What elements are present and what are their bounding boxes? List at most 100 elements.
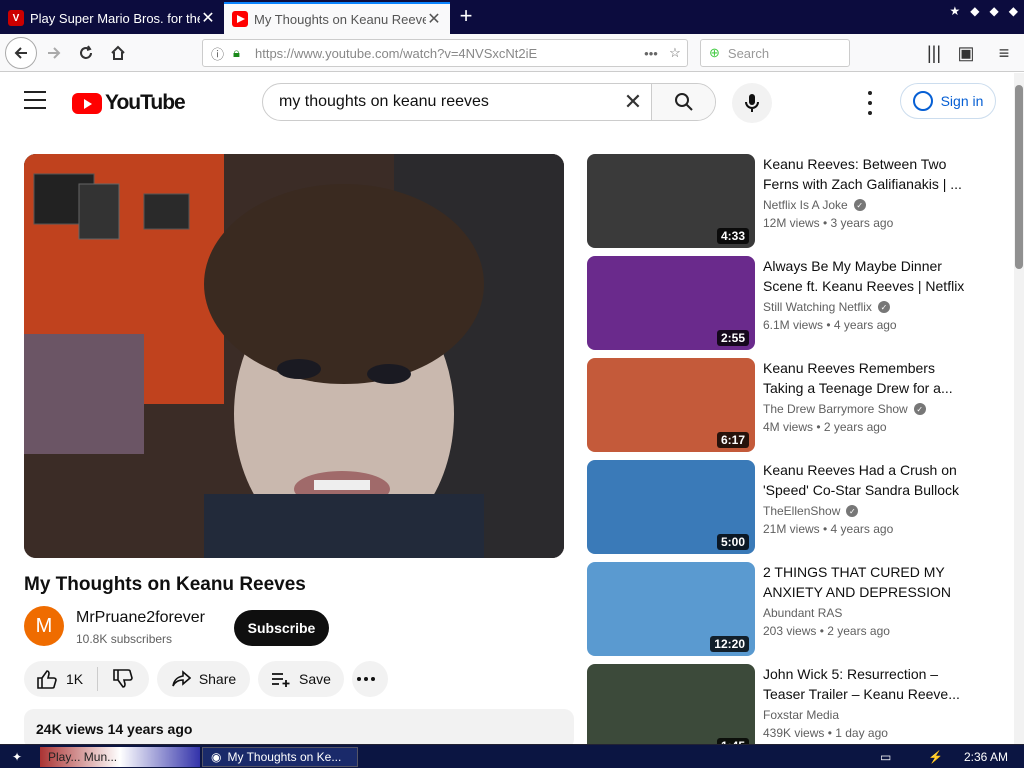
- url-bar[interactable]: ⓘ 🔒︎ https://www.youtube.com/watch?v=4NV…: [202, 39, 688, 67]
- thumbs-down-icon: [113, 669, 133, 688]
- youtube-logo[interactable]: YouTube: [72, 91, 186, 115]
- taskbar-item-youtube[interactable]: ◉ My Thoughts on Ke...: [202, 747, 358, 767]
- recommended-video[interactable]: 5:00 Keanu Reeves Had a Crush on 'Speed' …: [587, 460, 987, 554]
- video-thumbnail[interactable]: 12:20: [587, 562, 755, 656]
- tab-youtube[interactable]: My Thoughts on Keanu Reeves - YouTube ✕: [224, 2, 450, 34]
- vivaldi-icon: V: [8, 10, 24, 26]
- channel-label: Still Watching Netflix: [763, 300, 872, 314]
- firefox-icon: ◉: [211, 750, 222, 764]
- sign-in-button[interactable]: Sign in: [900, 83, 996, 119]
- forward-arrow-icon: [48, 47, 61, 59]
- maximize-icon[interactable]: ◆: [990, 4, 999, 18]
- recommended-video[interactable]: 2:55 Always Be My Maybe Dinner Scene ft. …: [587, 256, 987, 350]
- video-thumbnail[interactable]: 5:00: [587, 460, 755, 554]
- subscriber-count: 10.8K subscribers: [76, 632, 173, 646]
- recommended-video-title[interactable]: John Wick 5: Resurrection – Teaser Trail…: [763, 664, 978, 704]
- back-button[interactable]: [5, 37, 37, 69]
- home-icon: [111, 45, 125, 60]
- video-duration: 6:17: [716, 432, 749, 448]
- page-scrollbar[interactable]: [1014, 73, 1024, 745]
- more-actions-icon[interactable]: [352, 661, 388, 697]
- network-icon[interactable]: ⚡: [920, 747, 951, 767]
- recommended-video-title[interactable]: Keanu Reeves Remembers Taking a Teenage …: [763, 358, 978, 398]
- recommended-channel[interactable]: TheEllenShow ✓: [763, 504, 859, 518]
- video-duration: 5:00: [716, 534, 749, 550]
- recommended-channel[interactable]: Foxstar Media: [763, 708, 839, 722]
- video-thumbnail[interactable]: 2:55: [587, 256, 755, 350]
- recommended-video[interactable]: 6:17 Keanu Reeves Remembers Taking a Teen…: [587, 358, 987, 452]
- sign-in-label: Sign in: [940, 93, 984, 109]
- channel-name[interactable]: MrPruane2forever: [76, 609, 205, 627]
- close-icon[interactable]: ✕: [200, 8, 216, 28]
- subscribe-button[interactable]: Subscribe: [234, 610, 329, 646]
- like-button[interactable]: 1K: [24, 667, 99, 691]
- verified-check-icon: ✓: [877, 301, 890, 313]
- video-duration: 2:55: [716, 330, 749, 346]
- settings-kebab-icon[interactable]: [860, 91, 880, 115]
- search-engine-icon: ⊕: [709, 45, 720, 60]
- recommended-meta: 203 views • 2 years ago: [763, 624, 890, 638]
- playlist-add-icon: [272, 673, 290, 687]
- menu-icon[interactable]: ≡: [990, 39, 1018, 67]
- search-icon: [674, 93, 693, 111]
- recommended-video-title[interactable]: Keanu Reeves: Between Two Ferns with Zac…: [763, 154, 978, 194]
- page-actions-icon[interactable]: •••: [639, 46, 663, 61]
- recommended-video[interactable]: 4:33 Keanu Reeves: Between Two Ferns with…: [587, 154, 987, 248]
- recommended-video-title[interactable]: 2 THINGS THAT CURED MY ANXIETY AND DEPRE…: [763, 562, 978, 602]
- share-button[interactable]: Share: [157, 661, 250, 697]
- recommended-channel[interactable]: Netflix Is A Joke ✓: [763, 198, 866, 212]
- os-taskbar: ✦ Play... Mun... ◉ My Thoughts on Ke... …: [0, 744, 1024, 768]
- keyboard-icon[interactable]: ▭: [872, 747, 899, 767]
- voice-search-button[interactable]: [732, 83, 772, 123]
- video-duration: 12:20: [710, 636, 749, 652]
- tab-mario[interactable]: V Play Super Mario Bros. for the NES ✕: [0, 2, 224, 34]
- recommended-meta: 12M views • 3 years ago: [763, 216, 894, 230]
- forward-button[interactable]: [40, 39, 68, 67]
- window-controls: ★ ◆ ◆ ◆: [950, 4, 1018, 18]
- video-thumbnail[interactable]: 6:17: [587, 358, 755, 452]
- new-tab-button[interactable]: +: [454, 4, 478, 30]
- search-button[interactable]: [651, 84, 715, 120]
- verified-check-icon: ✓: [846, 505, 859, 517]
- save-button[interactable]: Save: [258, 661, 344, 697]
- sidebar-icon[interactable]: ▣: [952, 39, 980, 67]
- minimize-icon[interactable]: ◆: [970, 4, 979, 18]
- video-frame: [24, 154, 564, 558]
- info-icon[interactable]: ⓘ: [211, 44, 229, 63]
- star-icon: ★: [949, 4, 961, 18]
- home-button[interactable]: [104, 39, 132, 67]
- taskbar-clock: 2:36 AM: [963, 750, 1008, 764]
- video-player[interactable]: [24, 154, 564, 558]
- clear-search-icon[interactable]: ✕: [615, 89, 651, 115]
- taskbar-item-mario[interactable]: Play... Mun...: [40, 747, 200, 767]
- search-input[interactable]: my thoughts on keanu reeves: [263, 93, 615, 111]
- taskbar-label: My Thoughts on Ke...: [227, 750, 342, 764]
- dislike-button[interactable]: [98, 669, 142, 689]
- recommended-channel[interactable]: Still Watching Netflix ✓: [763, 300, 890, 314]
- hamburger-menu-icon[interactable]: [24, 91, 46, 109]
- verified-check-icon: ✓: [853, 199, 866, 211]
- video-thumbnail[interactable]: 4:33: [587, 154, 755, 248]
- close-icon[interactable]: ✕: [426, 9, 442, 29]
- recommended-video-title[interactable]: Always Be My Maybe Dinner Scene ft. Kean…: [763, 256, 978, 296]
- recommended-channel[interactable]: Abundant RAS: [763, 606, 842, 620]
- library-icon[interactable]: |||: [920, 39, 948, 67]
- channel-label: Netflix Is A Joke: [763, 198, 848, 212]
- recommended-video[interactable]: 12:20 2 THINGS THAT CURED MY ANXIETY AND …: [587, 562, 987, 656]
- video-duration: 4:33: [716, 228, 749, 244]
- taskbar-label: Play... Mun...: [48, 750, 118, 764]
- recommended-channel[interactable]: The Drew Barrymore Show ✓: [763, 402, 926, 416]
- verified-check-icon: ✓: [913, 403, 926, 415]
- recommended-meta: 21M views • 4 years ago: [763, 522, 894, 536]
- video-title: My Thoughts on Keanu Reeves: [24, 574, 306, 595]
- share-icon: [172, 670, 191, 687]
- channel-avatar[interactable]: M: [24, 606, 64, 646]
- description-box[interactable]: 24K views 14 years ago: [24, 709, 574, 749]
- bookmark-star-icon[interactable]: ☆: [663, 45, 687, 61]
- browser-search-input[interactable]: ⊕ Search: [700, 39, 850, 67]
- start-star-icon[interactable]: ✦: [4, 747, 30, 767]
- reload-button[interactable]: [72, 39, 100, 67]
- scrollbar-thumb[interactable]: [1015, 85, 1023, 269]
- recommended-video-title[interactable]: Keanu Reeves Had a Crush on 'Speed' Co-S…: [763, 460, 978, 500]
- close-window-icon[interactable]: ◆: [1009, 4, 1018, 18]
